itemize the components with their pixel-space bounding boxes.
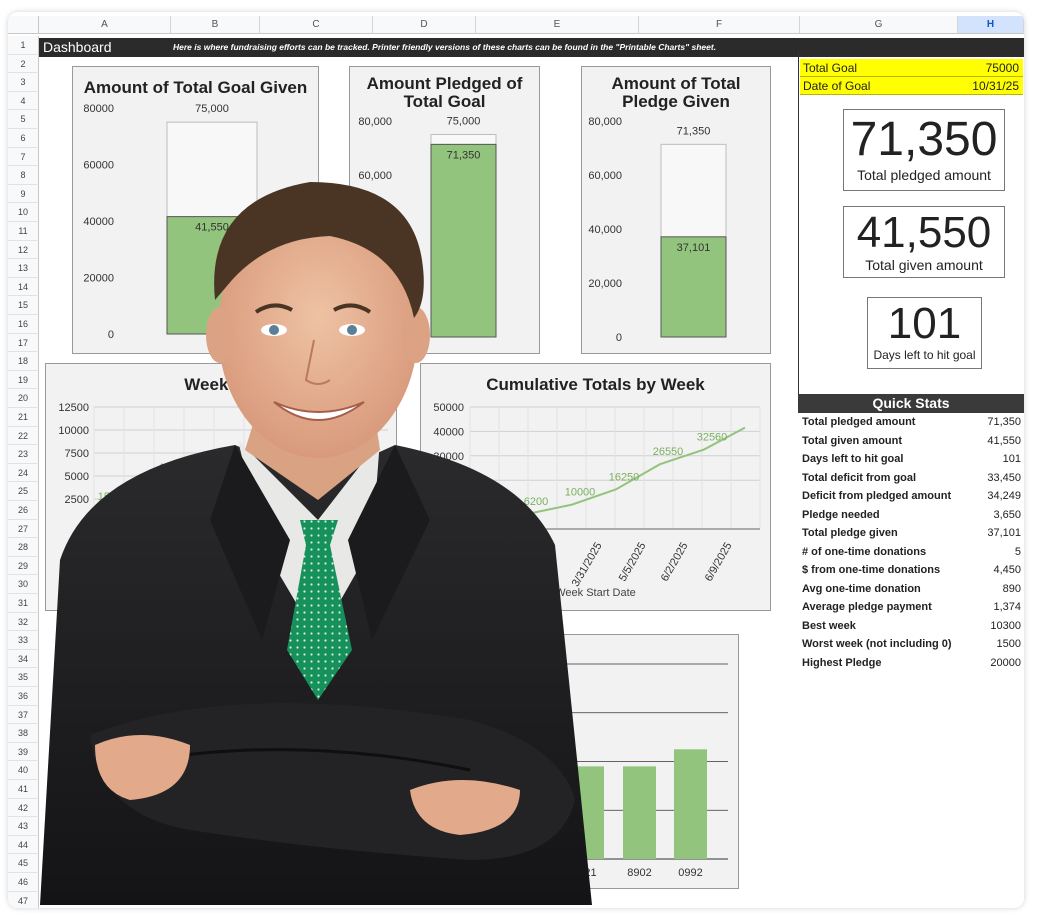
right-ear <box>402 307 430 363</box>
person-photo <box>40 182 592 905</box>
left-ear <box>206 307 234 363</box>
